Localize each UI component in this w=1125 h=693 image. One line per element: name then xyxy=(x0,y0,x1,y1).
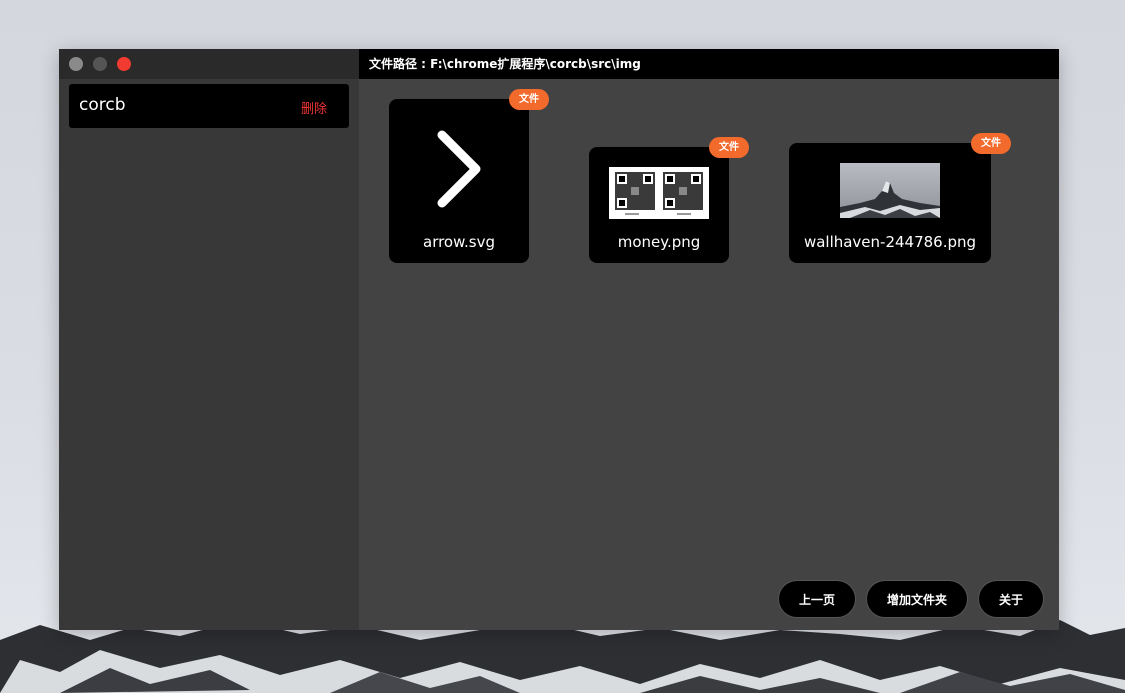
qr-code-image xyxy=(609,167,709,219)
file-card-money[interactable]: money.png xyxy=(589,147,729,263)
file-name: money.png xyxy=(617,233,701,251)
app-window: corcb 删除 文件路径 : F:\chrome扩展程序\corcb\src\… xyxy=(59,49,1059,630)
file-name: arrow.svg xyxy=(423,233,495,251)
file-card-arrow[interactable]: arrow.svg xyxy=(389,99,529,263)
mountain-image xyxy=(840,163,940,218)
add-folder-button[interactable]: 增加文件夹 xyxy=(866,580,968,618)
maximize-button[interactable] xyxy=(93,57,107,71)
sidebar: corcb 删除 xyxy=(59,49,359,630)
file-type-badge: 文件 xyxy=(709,137,749,158)
path-bar: 文件路径 : F:\chrome扩展程序\corcb\src\img xyxy=(359,49,1059,79)
file-type-badge: 文件 xyxy=(971,133,1011,154)
file-card-wallhaven[interactable]: wallhaven-244786.png xyxy=(789,143,991,263)
prev-page-button[interactable]: 上一页 xyxy=(778,580,856,618)
window-controls xyxy=(59,49,359,79)
path-value: F:\chrome扩展程序\corcb\src\img xyxy=(430,57,641,71)
path-label: 文件路径 : xyxy=(369,57,431,71)
close-button[interactable] xyxy=(117,57,131,71)
chevron-right-icon xyxy=(437,130,481,208)
file-name: wallhaven-244786.png xyxy=(803,233,977,251)
file-type-badge: 文件 xyxy=(509,89,549,110)
delete-folder-button[interactable]: 删除 xyxy=(301,98,327,117)
sidebar-folder-item[interactable]: corcb 删除 xyxy=(69,84,349,128)
minimize-button[interactable] xyxy=(69,57,83,71)
folder-name: corcb xyxy=(79,95,126,115)
about-button[interactable]: 关于 xyxy=(978,580,1044,618)
